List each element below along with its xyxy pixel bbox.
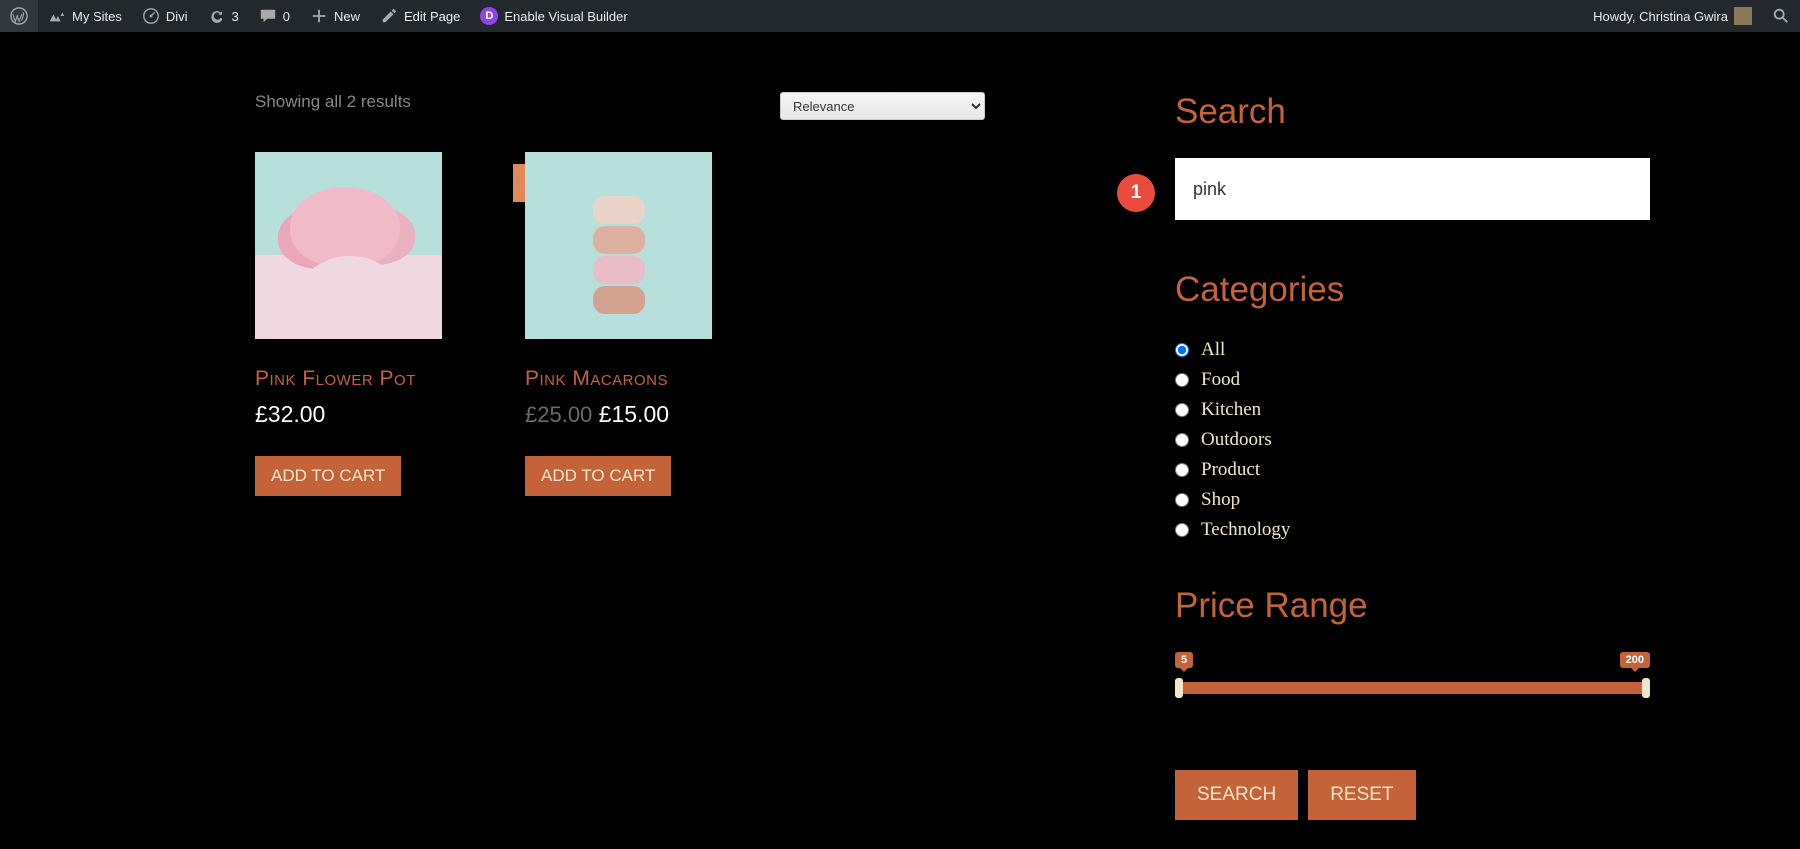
edit-page-label: Edit Page xyxy=(404,9,460,24)
sale-price: £15.00 xyxy=(599,401,669,427)
category-item[interactable]: Shop xyxy=(1175,486,1650,516)
category-radio[interactable] xyxy=(1175,343,1189,357)
category-label: Shop xyxy=(1201,489,1240,511)
edit-page-link[interactable]: Edit Page xyxy=(370,0,470,32)
category-label: All xyxy=(1201,339,1225,361)
pencil-icon xyxy=(380,7,398,25)
sort-select[interactable]: Relevance xyxy=(780,92,985,120)
price-max-label: 200 xyxy=(1620,652,1650,668)
comment-icon xyxy=(259,7,277,25)
my-sites-link[interactable]: My Sites xyxy=(38,0,132,32)
new-label: New xyxy=(334,9,360,24)
category-radio[interactable] xyxy=(1175,493,1189,507)
site-name-label: Divi xyxy=(166,9,188,24)
price-min-label: 5 xyxy=(1175,652,1193,668)
product-image xyxy=(525,152,712,339)
search-button[interactable]: SEARCH xyxy=(1175,770,1298,820)
category-list: All Food Kitchen Outdoors Product Shop Technol… xyxy=(1175,336,1650,546)
slider-handle-max[interactable] xyxy=(1642,678,1650,698)
category-radio[interactable] xyxy=(1175,463,1189,477)
refresh-icon xyxy=(208,7,226,25)
new-link[interactable]: New xyxy=(300,0,370,32)
category-item[interactable]: Product xyxy=(1175,456,1650,486)
slider-track xyxy=(1178,682,1647,694)
product-card[interactable]: Pink Flower Pot £32.00 ADD TO CART xyxy=(255,152,442,496)
categories-title: Categories xyxy=(1175,270,1650,310)
updates-count: 3 xyxy=(232,9,239,24)
slider-handle-min[interactable] xyxy=(1175,678,1183,698)
howdy-link[interactable]: Howdy, Christina Gwira xyxy=(1583,0,1762,32)
my-sites-label: My Sites xyxy=(72,9,122,24)
category-radio[interactable] xyxy=(1175,373,1189,387)
updates-link[interactable]: 3 xyxy=(198,0,249,32)
wordpress-icon xyxy=(10,7,28,25)
product-card[interactable]: Sale! Pink Macarons £25.00 £15.00 ADD TO… xyxy=(525,152,712,496)
price-slider[interactable]: 5 200 xyxy=(1175,652,1650,700)
comments-count: 0 xyxy=(283,9,290,24)
visual-builder-label: Enable Visual Builder xyxy=(504,9,627,24)
category-item[interactable]: All xyxy=(1175,336,1650,366)
add-to-cart-button[interactable]: ADD TO CART xyxy=(255,456,401,496)
plus-icon xyxy=(310,7,328,25)
category-radio[interactable] xyxy=(1175,523,1189,537)
category-label: Outdoors xyxy=(1201,429,1272,451)
gauge-icon xyxy=(142,7,160,25)
reset-button[interactable]: RESET xyxy=(1308,770,1415,820)
product-title: Pink Flower Pot xyxy=(255,367,442,391)
product-title: Pink Macarons xyxy=(525,367,712,391)
comments-link[interactable]: 0 xyxy=(249,0,300,32)
price-range-title: Price Range xyxy=(1175,586,1650,626)
category-radio[interactable] xyxy=(1175,403,1189,417)
search-toggle[interactable] xyxy=(1762,0,1800,32)
product-price: £32.00 xyxy=(255,401,442,428)
category-item[interactable]: Food xyxy=(1175,366,1650,396)
step-badge: 1 xyxy=(1117,174,1155,212)
category-radio[interactable] xyxy=(1175,433,1189,447)
add-to-cart-button[interactable]: ADD TO CART xyxy=(525,456,671,496)
category-label: Technology xyxy=(1201,519,1290,541)
category-item[interactable]: Kitchen xyxy=(1175,396,1650,426)
category-label: Product xyxy=(1201,459,1260,481)
site-name-link[interactable]: Divi xyxy=(132,0,198,32)
category-label: Kitchen xyxy=(1201,399,1261,421)
product-price: £25.00 £15.00 xyxy=(525,401,712,428)
old-price: £25.00 xyxy=(525,402,592,427)
category-label: Food xyxy=(1201,369,1240,391)
category-item[interactable]: Technology xyxy=(1175,516,1650,546)
avatar xyxy=(1734,7,1752,25)
wp-logo[interactable] xyxy=(0,0,38,32)
search-input[interactable] xyxy=(1175,158,1650,220)
visual-builder-link[interactable]: D Enable Visual Builder xyxy=(470,0,637,32)
product-image xyxy=(255,152,442,339)
divi-icon: D xyxy=(480,7,498,25)
sites-icon xyxy=(48,7,66,25)
search-title: Search xyxy=(1175,92,1650,132)
wp-admin-bar: My Sites Divi 3 0 New Edit Page D Enable… xyxy=(0,0,1800,32)
howdy-label: Howdy, Christina Gwira xyxy=(1593,9,1728,24)
search-icon xyxy=(1772,7,1790,25)
category-item[interactable]: Outdoors xyxy=(1175,426,1650,456)
